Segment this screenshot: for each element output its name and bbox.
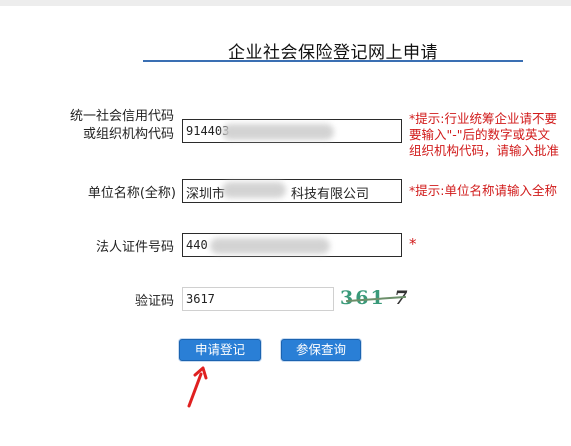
unit-name-label: 单位名称(全称) [87, 186, 176, 201]
register-button[interactable]: 申请登记 [179, 339, 261, 361]
unit-name-suffix: 科技有限公司 [291, 187, 370, 202]
unit-name-hint: *提示:单位名称请输入全称 [409, 183, 557, 198]
unit-name-input[interactable]: 深圳市 科技有限公司 [182, 179, 402, 203]
captcha-label: 验证码 [134, 294, 174, 309]
annotation-arrow-icon [187, 366, 208, 408]
credit-code-label: 统一社会信用代码 或组织机构代码 [40, 108, 174, 144]
required-mark: * [409, 235, 417, 253]
redaction-blur [222, 182, 286, 198]
legal-id-label: 法人证件号码 [95, 240, 174, 255]
credit-code-hint: *提示:行业统筹企业请不要 要输入"-"后的数字或英文 组织机构代码，请输入批准 [409, 111, 559, 159]
captcha-value: 3617 [186, 292, 215, 306]
title-underline [143, 60, 523, 62]
credit-code-hint-line2: 要输入"-"后的数字或英文 [409, 127, 551, 142]
credit-code-label-line2: 或组织机构代码 [82, 127, 174, 142]
credit-code-hint-line1: *提示:行业统筹企业请不要 [409, 111, 557, 126]
credit-code-hint-line3: 组织机构代码，请输入批准 [409, 143, 560, 158]
captcha-image[interactable]: 361 7 [340, 287, 410, 309]
unit-name-prefix: 深圳市 [186, 187, 226, 202]
top-bar [0, 0, 571, 6]
legal-id-value: 440 [186, 238, 208, 252]
captcha-input[interactable]: 3617 [182, 287, 334, 311]
credit-code-label-line1: 统一社会信用代码 [69, 109, 174, 124]
redaction-blur [210, 238, 330, 254]
redaction-blur [222, 124, 334, 140]
query-button[interactable]: 参保查询 [281, 339, 361, 361]
